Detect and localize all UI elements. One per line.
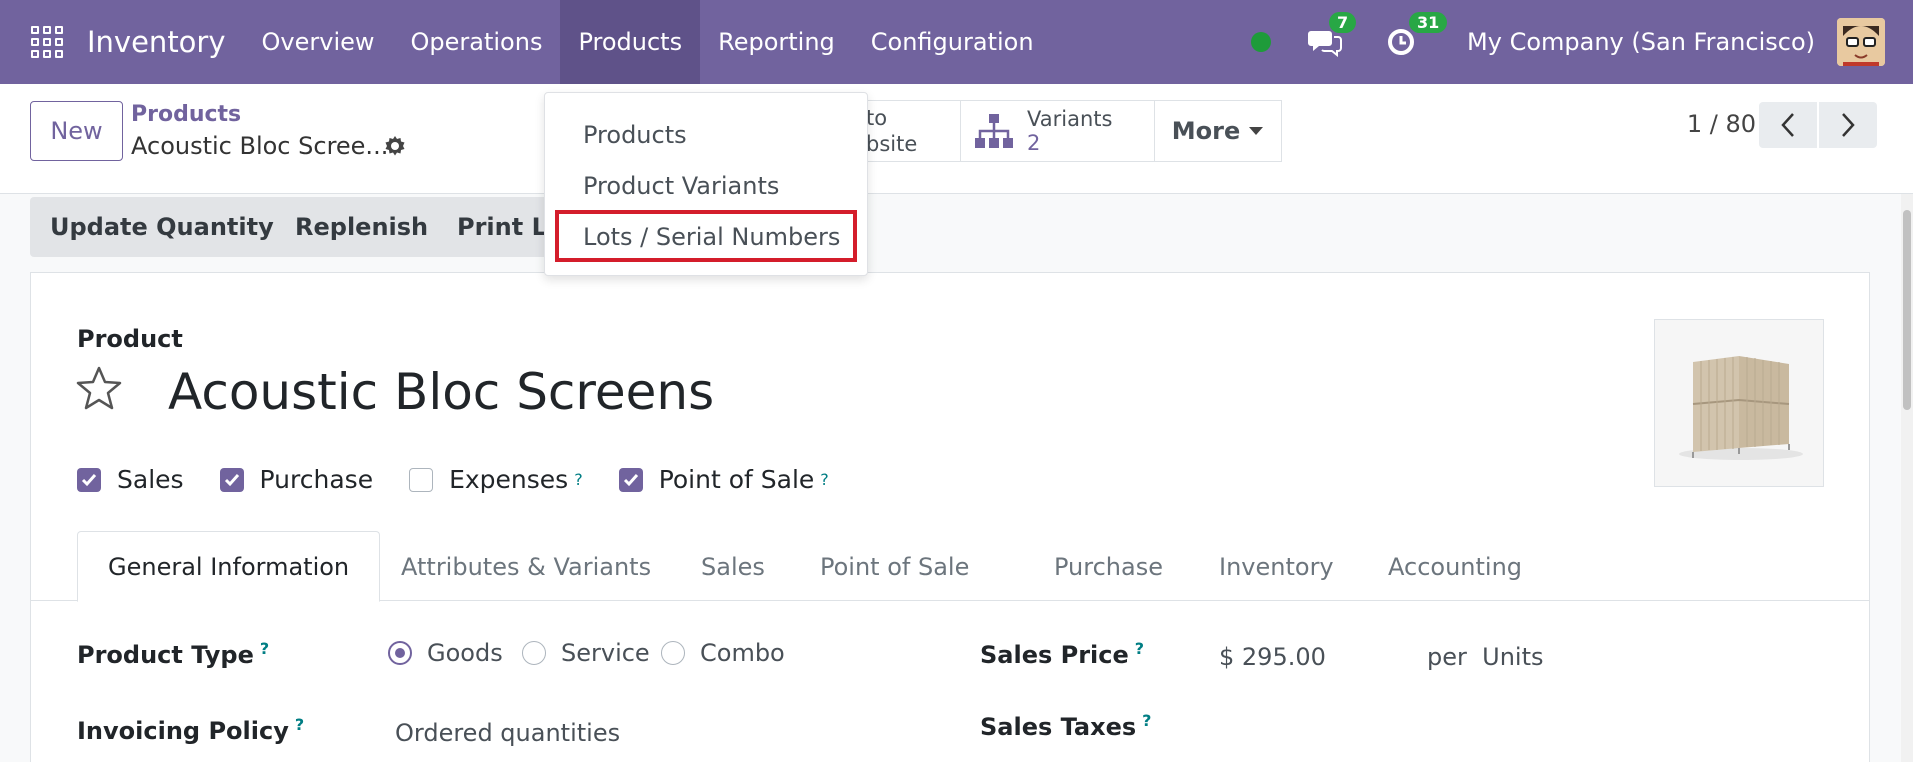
- breadcrumb-current: Acoustic Bloc Scree...: [131, 132, 389, 160]
- chevron-right-icon: [1842, 113, 1855, 137]
- sales-price-input[interactable]: $ 295.00: [1219, 643, 1326, 671]
- radio-service[interactable]: [522, 641, 546, 665]
- activities-badge: 31: [1409, 12, 1448, 33]
- radio-goods-label[interactable]: Goods: [427, 639, 503, 667]
- radio-service-label[interactable]: Service: [561, 639, 650, 667]
- messages-button[interactable]: 7: [1307, 12, 1357, 60]
- invoicing-policy-select[interactable]: Ordered quantities: [395, 719, 620, 747]
- favorite-star-icon[interactable]: [75, 365, 123, 411]
- dropdown-item-products[interactable]: Products: [583, 121, 687, 149]
- product-form-sheet: Product Acoustic Bloc Screens Sales Purc…: [30, 272, 1870, 762]
- invoicing-policy-label-text: Invoicing Policy: [77, 717, 289, 745]
- control-panel: New Products Acoustic Bloc Scree... to b…: [0, 84, 1913, 194]
- invoicing-policy-label: Invoicing Policy?: [77, 715, 304, 745]
- breadcrumb-products[interactable]: Products: [131, 102, 241, 127]
- product-title[interactable]: Acoustic Bloc Screens: [168, 363, 714, 421]
- radio-goods[interactable]: [388, 641, 412, 665]
- sales-checkbox[interactable]: Sales: [77, 465, 184, 494]
- chevron-left-icon: [1781, 113, 1794, 137]
- sales-price-unit: per Units: [1427, 643, 1544, 671]
- check-icon: [219, 467, 244, 492]
- menu-configuration[interactable]: Configuration: [853, 0, 1052, 84]
- sales-price-label: Sales Price?: [980, 639, 1144, 669]
- update-quantity-button[interactable]: Update Quantity: [30, 197, 294, 257]
- tab-general-information[interactable]: General Information: [77, 531, 381, 602]
- variants-button[interactable]: Variants 2: [960, 100, 1155, 162]
- user-avatar[interactable]: [1837, 18, 1885, 66]
- tab-purchase[interactable]: Purchase: [1024, 531, 1193, 602]
- purchase-checkbox-label: Purchase: [259, 465, 374, 494]
- expenses-checkbox-label: Expenses: [449, 465, 569, 494]
- product-label: Product: [77, 325, 183, 353]
- products-dropdown-menu: Products Product Variants Lots / Serial …: [544, 92, 868, 276]
- menu-reporting[interactable]: Reporting: [700, 0, 853, 84]
- sales-taxes-label: Sales Taxes?: [980, 711, 1151, 741]
- purchase-checkbox[interactable]: Purchase: [219, 465, 374, 494]
- variants-count: 2: [1027, 131, 1041, 155]
- point-of-sale-checkbox-label: Point of Sale: [658, 465, 815, 494]
- menu-overview[interactable]: Overview: [244, 0, 393, 84]
- more-label: More: [1171, 117, 1241, 145]
- tab-accounting[interactable]: Accounting: [1358, 531, 1552, 602]
- website-line-2: bsite: [866, 132, 918, 156]
- messages-badge: 7: [1329, 12, 1357, 33]
- pager-value[interactable]: 1 / 80: [1687, 110, 1756, 138]
- hierarchy-icon: [975, 114, 1013, 148]
- help-tooltip-icon[interactable]: ?: [820, 470, 829, 489]
- help-tooltip-icon[interactable]: ?: [574, 470, 583, 489]
- tab-sales[interactable]: Sales: [671, 531, 795, 602]
- radio-combo-label[interactable]: Combo: [700, 639, 785, 667]
- more-button[interactable]: More: [1154, 100, 1282, 162]
- radio-combo[interactable]: [661, 641, 685, 665]
- unchecked-box-icon: [409, 467, 434, 492]
- tab-attributes-variants[interactable]: Attributes & Variants: [371, 531, 681, 602]
- top-navbar: Inventory Overview Operations Products R…: [0, 0, 1913, 84]
- go-to-website-button[interactable]: to bsite: [855, 100, 961, 162]
- help-tooltip-icon[interactable]: ?: [295, 715, 304, 734]
- tab-point-of-sale[interactable]: Point of Sale: [790, 531, 999, 602]
- sales-price-label-text: Sales Price: [980, 641, 1129, 669]
- product-type-label-text: Product Type: [77, 641, 254, 669]
- sales-taxes-label-text: Sales Taxes: [980, 713, 1137, 741]
- replenish-button[interactable]: Replenish: [275, 197, 449, 257]
- app-brand[interactable]: Inventory: [87, 25, 226, 59]
- dropdown-item-product-variants[interactable]: Product Variants: [583, 172, 779, 200]
- sales-checkbox-label: Sales: [117, 465, 184, 494]
- product-type-label: Product Type?: [77, 639, 269, 669]
- navbar-systray: 7 31 My Company (San Francisco): [1251, 0, 1913, 84]
- expenses-checkbox[interactable]: Expenses ?: [409, 465, 583, 494]
- pager-previous-button[interactable]: [1759, 102, 1817, 148]
- presence-status-icon: [1251, 32, 1272, 52]
- check-icon: [77, 467, 101, 492]
- company-switcher[interactable]: My Company (San Francisco): [1467, 28, 1815, 56]
- form-tabs: General Information Attributes & Variant…: [31, 531, 1869, 602]
- point-of-sale-checkbox[interactable]: Point of Sale ?: [618, 465, 829, 494]
- activities-button[interactable]: 31: [1387, 12, 1448, 60]
- menu-products[interactable]: Products: [560, 0, 701, 84]
- help-tooltip-icon[interactable]: ?: [1142, 711, 1151, 730]
- product-flags: Sales Purchase Expenses ? Point of Sale …: [77, 465, 865, 494]
- print-labels-button[interactable]: Print La: [437, 197, 557, 257]
- product-image[interactable]: [1654, 319, 1824, 487]
- dropdown-item-lots-serial-numbers[interactable]: Lots / Serial Numbers: [583, 223, 840, 251]
- pager-next-button[interactable]: [1819, 102, 1877, 148]
- apps-grid-icon[interactable]: [31, 26, 63, 58]
- caret-down-icon: [1249, 127, 1264, 135]
- gear-icon[interactable]: [383, 134, 407, 158]
- website-line-1: to: [866, 106, 888, 130]
- variants-label: Variants: [1027, 107, 1113, 131]
- menu-operations[interactable]: Operations: [393, 0, 561, 84]
- new-button[interactable]: New: [30, 101, 123, 161]
- acoustic-screen-image: [1679, 356, 1803, 460]
- check-icon: [618, 467, 643, 492]
- help-tooltip-icon[interactable]: ?: [1135, 639, 1144, 658]
- help-tooltip-icon[interactable]: ?: [260, 639, 269, 658]
- tab-inventory[interactable]: Inventory: [1189, 531, 1364, 602]
- page-scrollbar[interactable]: [1901, 194, 1913, 762]
- scrollbar-thumb[interactable]: [1903, 210, 1911, 410]
- avatar-face-icon: [1837, 18, 1885, 66]
